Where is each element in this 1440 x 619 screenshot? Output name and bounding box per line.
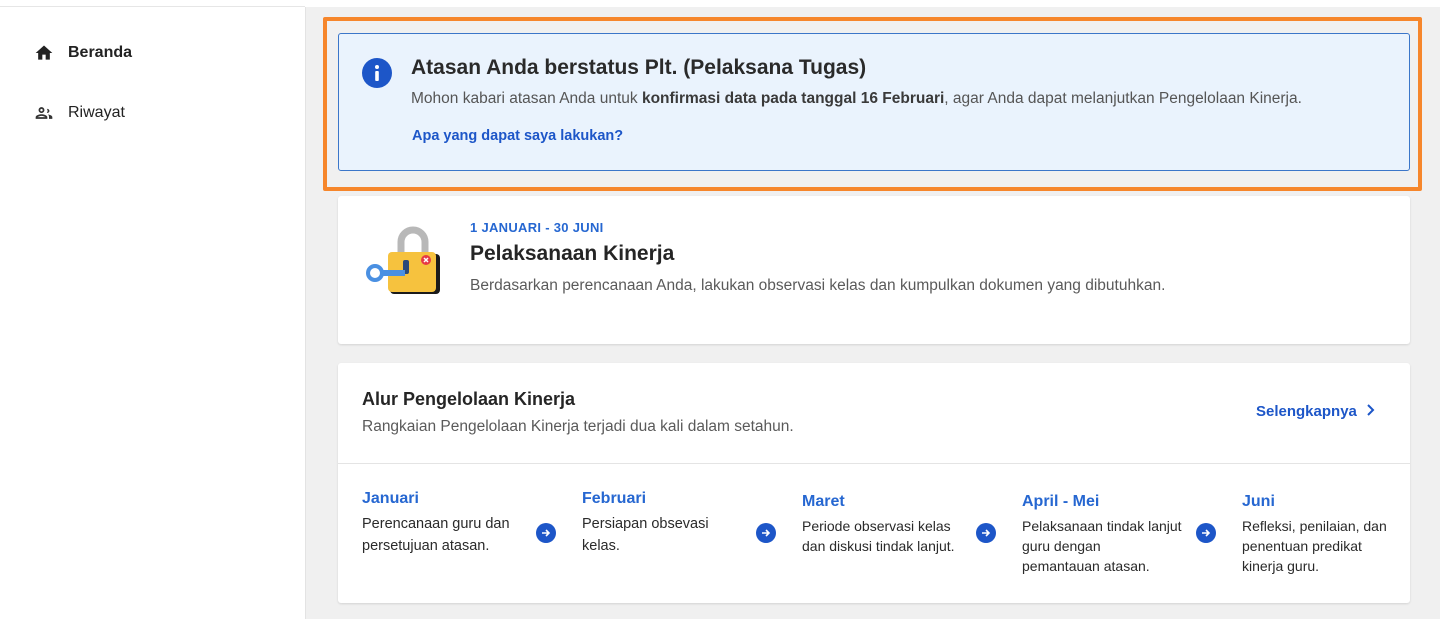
step-month: Juni — [1242, 493, 1275, 510]
flow-step-april-mei: April - Mei Pelaksanaan tindak lanjut gu… — [1022, 493, 1182, 576]
flow-step-februari: Februari Persiapan obsevasi kelas. — [582, 490, 742, 557]
phase-period: 1 JANUARI - 30 JUNI — [470, 220, 604, 235]
step-text: Refleksi, penilaian, dan penentuan predi… — [1242, 518, 1387, 574]
flow-card: Alur Pengelolaan Kinerja Rangkaian Penge… — [338, 363, 1410, 603]
locked-padlock-icon — [363, 224, 443, 299]
flow-divider — [338, 463, 1410, 464]
step-text: Pelaksanaan tindak lanjut guru dengan pe… — [1022, 518, 1182, 574]
step-month: Januari — [362, 490, 419, 507]
people-icon — [34, 103, 54, 123]
plt-alert-banner: Atasan Anda berstatus Plt. (Pelaksana Tu… — [338, 33, 1410, 171]
sidebar-item-label: Beranda — [68, 44, 133, 61]
arrow-right-icon[interactable] — [976, 523, 996, 543]
info-icon — [362, 58, 392, 88]
home-icon — [34, 43, 54, 63]
alert-title: Atasan Anda berstatus Plt. (Pelaksana Tu… — [411, 56, 867, 79]
step-text: Persiapan obsevasi kelas. — [582, 516, 709, 554]
what-can-i-do-link[interactable]: Apa yang dapat saya lakukan? — [412, 128, 623, 144]
see-more-link[interactable]: Selengkapnya — [1256, 403, 1375, 420]
flow-step-januari: Januari Perencanaan guru dan persetujuan… — [362, 490, 522, 557]
sidebar: Beranda Riwayat — [0, 7, 306, 619]
step-month: Maret — [802, 493, 845, 510]
arrow-right-icon[interactable] — [1196, 523, 1216, 543]
arrow-right-icon[interactable] — [536, 523, 556, 543]
sidebar-item-riwayat[interactable]: Riwayat — [34, 103, 125, 123]
flow-step-maret: Maret Periode observasi kelas dan diskus… — [802, 493, 962, 556]
chevron-right-icon — [1365, 403, 1375, 420]
step-month: Februari — [582, 490, 647, 507]
flow-step-juni: Juni Refleksi, penilaian, dan penentuan … — [1242, 493, 1402, 576]
sidebar-item-beranda[interactable]: Beranda — [34, 43, 132, 63]
step-text: Perencanaan guru dan persetujuan atasan. — [362, 516, 510, 554]
step-month: April - Mei — [1022, 493, 1100, 510]
step-text: Periode observasi kelas dan diskusi tind… — [802, 518, 955, 554]
flow-title: Alur Pengelolaan Kinerja — [362, 389, 576, 409]
phase-card: 1 JANUARI - 30 JUNI Pelaksanaan Kinerja … — [338, 196, 1410, 344]
phase-title: Pelaksanaan Kinerja — [470, 242, 675, 265]
alert-description: Mohon kabari atasan Anda untuk konfirmas… — [411, 90, 1302, 107]
sidebar-item-label: Riwayat — [68, 104, 125, 121]
flow-subtitle: Rangkaian Pengelolaan Kinerja terjadi du… — [362, 418, 794, 435]
arrow-right-icon[interactable] — [756, 523, 776, 543]
phase-description: Berdasarkan perencanaan Anda, lakukan ob… — [470, 277, 1166, 294]
